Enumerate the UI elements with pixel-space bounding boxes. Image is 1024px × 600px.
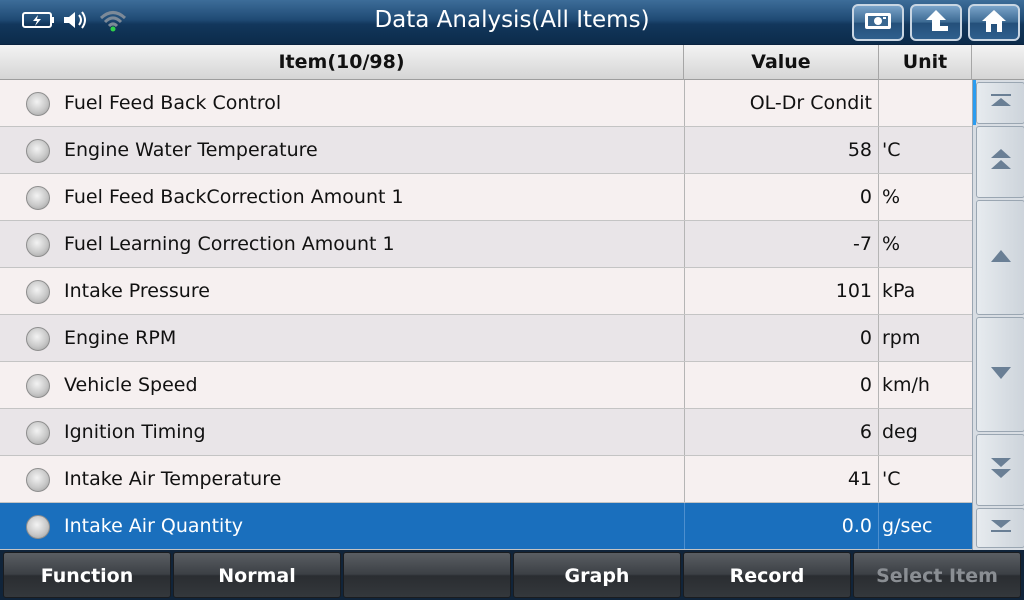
row-radio-icon[interactable] <box>26 468 50 492</box>
row-radio-icon[interactable] <box>26 233 50 257</box>
page-up-icon <box>989 147 1013 177</box>
item-value: 0 <box>684 174 879 220</box>
item-unit: deg <box>882 421 918 443</box>
item-value: OL-Dr Condit <box>684 80 879 126</box>
item-unit: % <box>882 186 901 208</box>
item-value: 101 <box>684 268 879 314</box>
item-unit <box>880 80 972 126</box>
normal-button[interactable]: Normal <box>173 552 341 598</box>
column-header-value: Value <box>684 45 879 80</box>
table-row[interactable]: Fuel Feed Back Control OL-Dr Condit <box>0 80 972 127</box>
item-name: Intake Air Quantity <box>64 515 244 537</box>
back-arrow-icon <box>922 8 950 38</box>
back-button[interactable] <box>910 4 962 41</box>
row-radio-icon[interactable] <box>26 515 50 539</box>
row-radio-icon[interactable] <box>26 280 50 304</box>
column-header-spacer <box>972 45 1024 80</box>
title-bar: Data Analysis(All Items) <box>0 0 1024 45</box>
function-button[interactable]: Function <box>3 552 171 598</box>
record-button[interactable]: Record <box>683 552 851 598</box>
item-value: -7 <box>684 221 879 267</box>
column-header-item: Item(10/98) <box>0 45 684 80</box>
table-row[interactable]: Ignition Timing 6 deg <box>0 409 972 456</box>
table-row-selected[interactable]: Intake Air Quantity 0.0 g/sec <box>0 503 972 550</box>
screenshot-button[interactable] <box>852 4 904 41</box>
table-row[interactable]: Engine Water Temperature 58 'C <box>0 127 972 174</box>
scroll-top-icon <box>989 93 1013 113</box>
page-down-button[interactable] <box>976 434 1024 506</box>
table-row[interactable]: Engine RPM 0 rpm <box>0 315 972 362</box>
column-header-unit: Unit <box>879 45 972 80</box>
row-radio-icon[interactable] <box>26 374 50 398</box>
row-radio-icon[interactable] <box>26 139 50 163</box>
item-unit: 'C <box>882 139 901 161</box>
item-name: Intake Air Temperature <box>64 468 282 490</box>
row-radio-icon[interactable] <box>26 92 50 116</box>
item-unit: kPa <box>882 280 916 302</box>
select-item-button[interactable]: Select Item <box>853 552 1021 598</box>
item-value: 0.0 <box>684 503 879 549</box>
data-table: Fuel Feed Back Control OL-Dr Condit Engi… <box>0 80 972 550</box>
home-icon <box>980 8 1008 38</box>
table-row[interactable]: Fuel Feed BackCorrection Amount 1 0 % <box>0 174 972 221</box>
item-value: 41 <box>684 456 879 502</box>
line-up-button[interactable] <box>976 200 1024 315</box>
table-header: Item(10/98) Value Unit <box>0 45 1024 80</box>
row-radio-icon[interactable] <box>26 421 50 445</box>
item-value: 0 <box>684 315 879 361</box>
item-name: Engine Water Temperature <box>64 139 318 161</box>
line-down-icon <box>989 365 1013 385</box>
item-name: Vehicle Speed <box>64 374 198 396</box>
item-name: Ignition Timing <box>64 421 206 443</box>
item-unit: rpm <box>882 327 921 349</box>
scroll-bottom-icon <box>989 518 1013 538</box>
item-name: Fuel Feed BackCorrection Amount 1 <box>64 186 404 208</box>
screenshot-icon <box>863 10 893 36</box>
line-up-icon <box>989 248 1013 268</box>
item-value: 6 <box>684 409 879 455</box>
item-unit: % <box>882 233 901 255</box>
scroll-controls <box>972 80 1024 550</box>
item-unit: 'C <box>882 468 901 490</box>
scroll-top-button[interactable] <box>976 82 1024 124</box>
table-row[interactable]: Intake Air Temperature 41 'C <box>0 456 972 503</box>
item-name: Engine RPM <box>64 327 177 349</box>
home-button[interactable] <box>968 4 1020 41</box>
item-value: 0 <box>684 362 879 408</box>
page-down-icon <box>989 455 1013 485</box>
item-name: Intake Pressure <box>64 280 210 302</box>
bottom-toolbar: Function Normal Graph Record Select Item <box>0 550 1024 600</box>
table-row[interactable]: Fuel Learning Correction Amount 1 -7 % <box>0 221 972 268</box>
top-button-group <box>846 4 1020 41</box>
graph-button[interactable]: Graph <box>513 552 681 598</box>
row-radio-icon[interactable] <box>26 186 50 210</box>
row-radio-icon[interactable] <box>26 327 50 351</box>
item-unit: km/h <box>882 374 930 396</box>
item-name: Fuel Learning Correction Amount 1 <box>64 233 395 255</box>
table-row[interactable]: Intake Pressure 101 kPa <box>0 268 972 315</box>
page-up-button[interactable] <box>976 126 1024 198</box>
blank-button[interactable] <box>343 552 511 598</box>
scroll-bottom-button[interactable] <box>976 508 1024 548</box>
table-row[interactable]: Vehicle Speed 0 km/h <box>0 362 972 409</box>
item-value: 58 <box>684 127 879 173</box>
line-down-button[interactable] <box>976 317 1024 432</box>
item-unit: g/sec <box>882 515 933 537</box>
item-name: Fuel Feed Back Control <box>64 92 282 114</box>
